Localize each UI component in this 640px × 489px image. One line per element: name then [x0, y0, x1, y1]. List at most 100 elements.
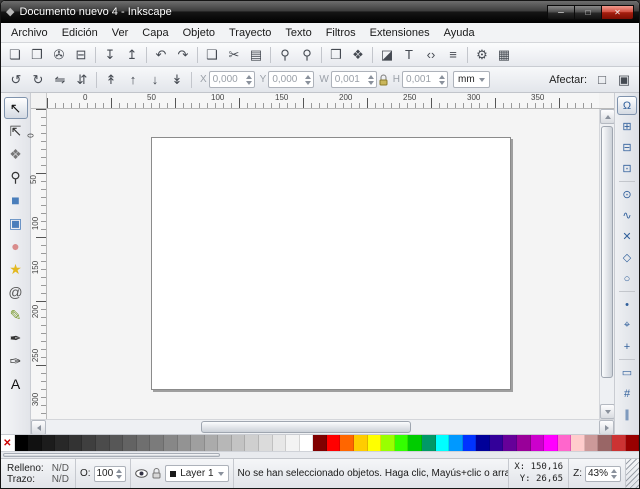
- rotate-90-ccw-button[interactable]: ↺: [5, 70, 27, 90]
- snap-bbox-corners-toggle[interactable]: ⊡: [617, 159, 637, 178]
- snap-intersections-toggle[interactable]: ✕: [617, 227, 637, 246]
- snap-bbox-toggle[interactable]: ⊞: [617, 117, 637, 136]
- palette-swatch[interactable]: [327, 435, 341, 451]
- palette-swatch[interactable]: [517, 435, 531, 451]
- copy-button[interactable]: ❑: [201, 45, 223, 65]
- palette-swatch[interactable]: [612, 435, 626, 451]
- calligraphy-tool[interactable]: ✑: [4, 350, 28, 372]
- menu-filtros[interactable]: Filtros: [319, 23, 363, 42]
- snap-nodes-toggle[interactable]: ⊙: [617, 185, 637, 204]
- palette-swatch[interactable]: [381, 435, 395, 451]
- x-spinner[interactable]: [245, 75, 253, 85]
- vertical-ruler[interactable]: 050100150200250300: [31, 109, 47, 419]
- palette-swatch[interactable]: [123, 435, 137, 451]
- export-button[interactable]: ↥: [121, 45, 143, 65]
- paste-button[interactable]: ▤: [245, 45, 267, 65]
- palette-swatch[interactable]: [558, 435, 572, 451]
- palette-swatch[interactable]: [178, 435, 192, 451]
- palette-swatch[interactable]: [503, 435, 517, 451]
- lock-ratio-icon[interactable]: [379, 74, 388, 86]
- palette-swatch[interactable]: [191, 435, 205, 451]
- palette-swatch[interactable]: [96, 435, 110, 451]
- palette-swatch[interactable]: [598, 435, 612, 451]
- palette-swatch[interactable]: [55, 435, 69, 451]
- horizontal-ruler[interactable]: 050100150200250300350: [47, 93, 599, 109]
- opacity-spinner[interactable]: [115, 469, 123, 479]
- palette-swatch[interactable]: [531, 435, 545, 451]
- cut-button[interactable]: ✂: [223, 45, 245, 65]
- x-input[interactable]: 0,000: [209, 71, 255, 88]
- y-spinner[interactable]: [304, 75, 312, 85]
- snap-rotation-centers-toggle[interactable]: +: [617, 337, 637, 356]
- menu-edicion[interactable]: Edición: [55, 23, 105, 42]
- snap-bbox-edges-toggle[interactable]: ⊟: [617, 138, 637, 157]
- transform-stroke-toggle[interactable]: □: [591, 70, 613, 90]
- vertical-scroll-thumb[interactable]: [601, 126, 613, 378]
- palette-swatch[interactable]: [490, 435, 504, 451]
- snap-paths-toggle[interactable]: ∿: [617, 206, 637, 225]
- snap-grid-toggle[interactable]: #: [617, 384, 637, 403]
- redo-button[interactable]: ↷: [172, 45, 194, 65]
- zoom-tool[interactable]: ⚲: [4, 166, 28, 188]
- close-button[interactable]: ✕: [601, 5, 634, 20]
- align-dialog-button[interactable]: ≡: [442, 45, 464, 65]
- palette-swatch[interactable]: [273, 435, 287, 451]
- fill-stroke-indicator[interactable]: Relleno: N/D Trazo: N/D: [1, 459, 76, 488]
- palette-swatch[interactable]: [449, 435, 463, 451]
- palette-swatch[interactable]: [286, 435, 300, 451]
- snap-page-border-toggle[interactable]: ▭: [617, 363, 637, 382]
- flip-horizontal-button[interactable]: ⇋: [49, 70, 71, 90]
- canvas[interactable]: [47, 109, 599, 419]
- palette-swatch-none[interactable]: ✕: [1, 435, 15, 451]
- w-spinner[interactable]: [367, 75, 375, 85]
- palette-swatch[interactable]: [218, 435, 232, 451]
- star-tool[interactable]: ★: [4, 258, 28, 280]
- palette-swatch[interactable]: [422, 435, 436, 451]
- menu-trayecto[interactable]: Trayecto: [222, 23, 278, 42]
- palette-swatch[interactable]: [395, 435, 409, 451]
- ellipse-tool[interactable]: ●: [4, 235, 28, 257]
- palette-swatch[interactable]: [313, 435, 327, 451]
- width-input[interactable]: 0,001: [331, 71, 377, 88]
- minimize-button[interactable]: ─: [547, 5, 574, 20]
- palette-scroll-thumb[interactable]: [3, 453, 220, 457]
- document-properties-button[interactable]: ▦: [493, 45, 515, 65]
- pen-tool[interactable]: ✒: [4, 327, 28, 349]
- palette-swatch[interactable]: [340, 435, 354, 451]
- scroll-right-arrow[interactable]: [599, 420, 614, 435]
- flip-vertical-button[interactable]: ⇵: [71, 70, 93, 90]
- transform-corners-toggle[interactable]: ▣: [613, 70, 635, 90]
- save-document-button[interactable]: ✇: [48, 45, 70, 65]
- palette-swatch[interactable]: [82, 435, 96, 451]
- zoom-input[interactable]: 43%: [585, 466, 621, 482]
- palette-swatch[interactable]: [259, 435, 273, 451]
- palette-swatch[interactable]: [354, 435, 368, 451]
- undo-button[interactable]: ↶: [150, 45, 172, 65]
- palette-swatch[interactable]: [110, 435, 124, 451]
- text-dialog-button[interactable]: T: [398, 45, 420, 65]
- xml-editor-button[interactable]: ‹›: [420, 45, 442, 65]
- menu-ayuda[interactable]: Ayuda: [437, 23, 482, 42]
- snap-enable-toggle[interactable]: Ω: [617, 96, 637, 115]
- palette-swatch[interactable]: [408, 435, 422, 451]
- duplicate-button[interactable]: ❒: [325, 45, 347, 65]
- document-page[interactable]: [151, 137, 511, 390]
- fill-stroke-dialog-button[interactable]: ◪: [376, 45, 398, 65]
- layer-visibility-icon[interactable]: [135, 469, 148, 478]
- menu-ver[interactable]: Ver: [105, 23, 136, 42]
- palette-swatch[interactable]: [150, 435, 164, 451]
- node-tool[interactable]: ⇱: [4, 120, 28, 142]
- palette-swatch[interactable]: [42, 435, 56, 451]
- palette-swatch[interactable]: [585, 435, 599, 451]
- menu-texto[interactable]: Texto: [278, 23, 318, 42]
- rotate-90-cw-button[interactable]: ↻: [27, 70, 49, 90]
- opacity-input[interactable]: 100: [94, 466, 127, 482]
- snap-object-centers-toggle[interactable]: ⌖: [617, 316, 637, 335]
- palette-swatch[interactable]: [626, 435, 640, 451]
- zoom-drawing-button[interactable]: ⚲: [296, 45, 318, 65]
- units-dropdown[interactable]: mm: [453, 71, 490, 88]
- title-bar[interactable]: ◆ Documento nuevo 4 - Inkscape ─□✕: [1, 1, 639, 23]
- menu-archivo[interactable]: Archivo: [4, 23, 55, 42]
- y-input[interactable]: 0,000: [268, 71, 314, 88]
- layer-dropdown[interactable]: Layer 1: [165, 465, 228, 482]
